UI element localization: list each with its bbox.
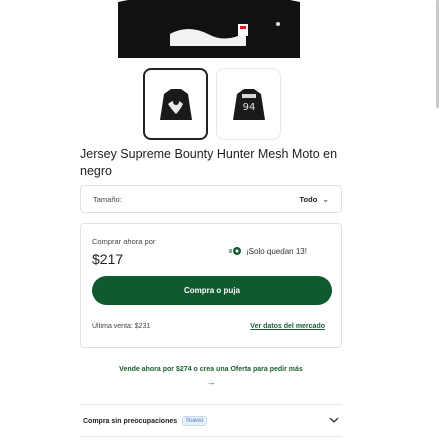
size-label: Tamaño: [93,194,122,204]
worry-free-label: Compra sin preocupaciones [83,417,178,425]
chevron-down-icon[interactable] [329,416,339,427]
arrow-right-icon: → [206,377,216,387]
divider [80,404,342,405]
stock-icon [229,246,241,256]
size-value: Todo [299,194,318,204]
sell-promo-text: Vende ahora por $274 o crea una Oferta p… [119,366,303,373]
thumbnail-back[interactable]: 94 [216,68,281,140]
buy-now-label: Comprar ahora por [92,237,156,246]
product-title: Jersey Supreme Bounty Hunter Mesh Moto e… [80,147,338,178]
chevron-down-icon: ⌄ [322,194,329,204]
stock-text: ¡Solo quedan 13! [246,246,307,256]
divider [80,436,342,437]
buy-or-bid-button[interactable]: Compra o puja [92,276,332,305]
jersey-front-thumbnail-icon [159,89,192,120]
scrollbar[interactable] [436,0,439,108]
market-data-link[interactable]: Ver datos del mercado [250,323,325,330]
worry-free-left: Compra sin preocupaciones Nuevo [83,416,208,426]
product-hero-image[interactable] [118,0,300,58]
new-badge: Nuevo [182,416,208,426]
jersey-back-thumbnail-icon: 94 [232,89,265,120]
thumbnail-front[interactable] [143,68,208,140]
jersey-image [118,0,300,58]
size-value-wrap: Todo ⌄ [300,195,329,204]
price: $217 [92,251,124,267]
worry-free-section[interactable]: Compra sin preocupaciones Nuevo [80,412,342,430]
thumbnail-strip: 94 [143,68,281,140]
last-sale: Última venta: $231 [92,323,151,330]
size-selector[interactable]: Tamaño: Todo ⌄ [80,185,342,213]
stock-indicator: ¡Solo quedan 13! [229,246,307,256]
sell-now-promo[interactable]: Vende ahora por $274 o crea una Oferta p… [80,364,342,388]
buy-card: Comprar ahora por $217 ¡Solo quedan 13! … [80,223,342,348]
svg-text:94: 94 [242,102,255,113]
